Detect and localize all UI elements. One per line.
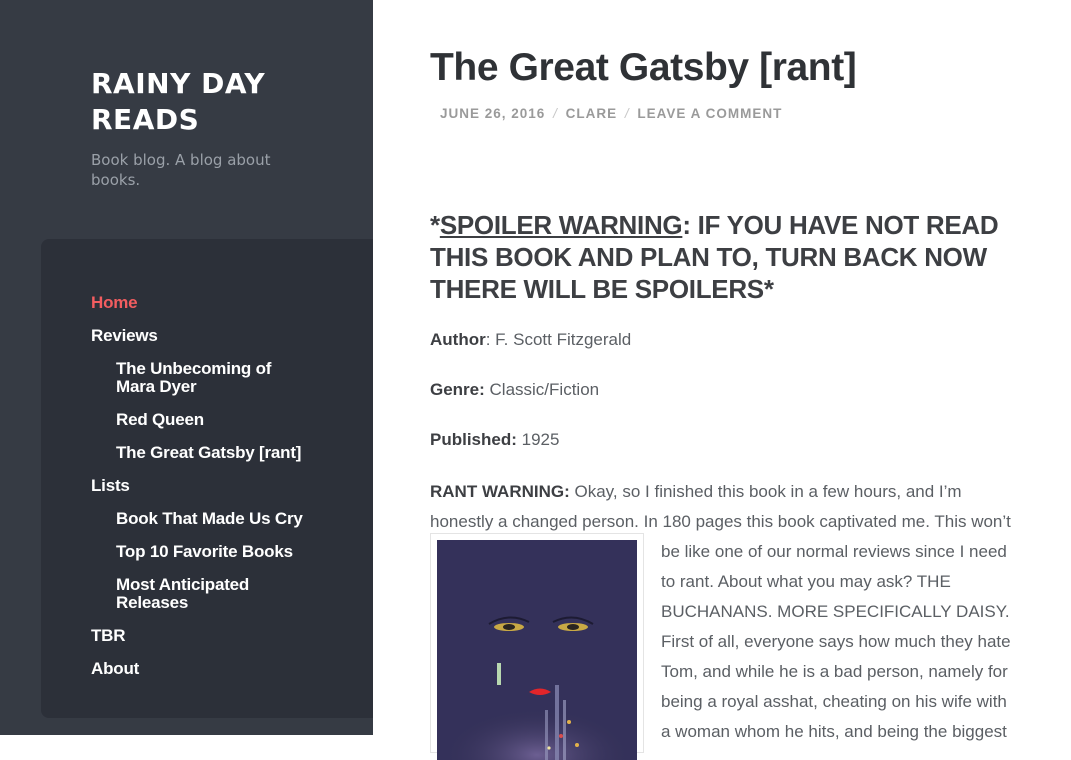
book-cover-art [437, 540, 637, 760]
spoiler-prefix: * [430, 210, 440, 240]
spoiler-warning-underlined: SPOILER WARNING [439, 210, 683, 240]
site-title[interactable]: RAINY DAY READS [91, 66, 351, 138]
menu-item-most-anticipated-releases[interactable]: Most Anticipated Releases [91, 576, 311, 612]
menu-item-the-unbecoming-of-mara-dyer[interactable]: The Unbecoming of Mara Dyer [91, 360, 311, 396]
menu-item-the-great-gatsby-rant[interactable]: The Great Gatsby [rant] [91, 444, 311, 462]
gatsby-cover-art-icon [437, 540, 637, 760]
menu-item-reviews[interactable]: Reviews [91, 327, 351, 345]
genre-fact: Genre: Classic/Fiction [430, 380, 599, 400]
post-title[interactable]: The Great Gatsby [rant] [430, 44, 857, 92]
main-content: The Great Gatsby [rant] JUNE 26, 2016 / … [373, 0, 1071, 760]
rant-wrapped-text: be like one of our normal reviews since … [661, 537, 1041, 747]
meta-separator: / [553, 106, 558, 121]
rant-line: RANT WARNING: Okay, so I finished this b… [430, 477, 1040, 507]
spoiler-warning-heading: *SPOILER WARNING: IF YOU HAVE NOT READ T… [430, 209, 1030, 305]
genre-value: Classic/Fiction [484, 380, 600, 399]
navigation-panel: Home Reviews The Unbecoming of Mara Dyer Re… [41, 239, 373, 718]
genre-label: Genre: [430, 380, 485, 399]
rant-line: to rant. About what you may ask? THE [661, 572, 951, 591]
rant-line: BUCHANANS. MORE SPECIFICALLY DAISY. [661, 602, 1010, 621]
site-description: Book blog. A blog about books. [91, 151, 271, 189]
rant-line: First of all, everyone says how much the… [661, 632, 1011, 651]
published-fact: Published: 1925 [430, 430, 559, 450]
author-fact: Author: F. Scott Fitzgerald [430, 330, 631, 350]
main-menu: Home Reviews The Unbecoming of Mara Dyer Re… [91, 294, 351, 693]
rant-line: Tom, and while he is a bad person, namel… [661, 662, 1008, 681]
rant-line: a woman whom he hits, and being the bigg… [661, 722, 1007, 741]
post-date-link[interactable]: JUNE 26, 2016 [440, 106, 545, 121]
rant-label: RANT WARNING: [430, 482, 570, 501]
sidebar: RAINY DAY READS Book blog. A blog about … [0, 0, 373, 735]
author-value: : F. Scott Fitzgerald [485, 330, 632, 349]
leave-comment-link[interactable]: LEAVE A COMMENT [637, 106, 782, 121]
menu-item-tbr[interactable]: TBR [91, 627, 351, 645]
rant-text: Okay, so I finished this book in a few h… [569, 482, 962, 501]
meta-separator: / [624, 106, 630, 121]
menu-item-book-that-made-us-cry[interactable]: Book That Made Us Cry [91, 510, 311, 528]
menu-item-home[interactable]: Home [91, 294, 351, 312]
menu-item-top-10-favorite-books[interactable]: Top 10 Favorite Books [91, 543, 311, 561]
author-label: Author [430, 330, 486, 349]
menu-item-lists[interactable]: Lists [91, 477, 351, 495]
rant-line: being a royal asshat, cheating on his wi… [661, 692, 1007, 711]
published-label: Published: [430, 430, 517, 449]
book-cover-image[interactable] [430, 533, 644, 760]
published-value: 1925 [516, 430, 560, 449]
menu-item-red-queen[interactable]: Red Queen [91, 411, 311, 429]
rant-paragraph: RANT WARNING: Okay, so I finished this b… [430, 477, 1040, 537]
rant-line: be like one of our normal reviews since … [661, 542, 1007, 561]
post-meta: JUNE 26, 2016 / CLARE / LEAVE A COMMENT [440, 106, 782, 121]
post-author-link[interactable]: CLARE [566, 106, 618, 121]
menu-item-about[interactable]: About [91, 660, 351, 678]
